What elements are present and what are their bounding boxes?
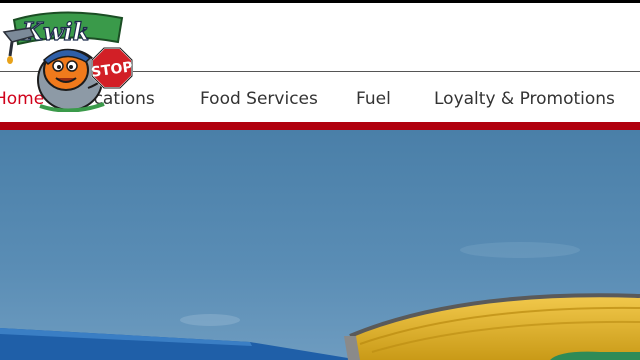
nav-item-fuel[interactable]: Fuel <box>356 81 391 117</box>
hero-image <box>0 130 640 360</box>
nav-item-loyalty-promotions[interactable]: Loyalty & Promotions <box>434 81 615 117</box>
gas-station-photo-icon <box>0 130 640 360</box>
nav-item-food-services[interactable]: Food Services <box>200 81 318 117</box>
kwik-stop-logo[interactable]: Kwik STOP <box>0 8 150 113</box>
accent-band <box>0 122 640 130</box>
kwik-stop-mascot-logo-icon: Kwik STOP <box>2 11 134 113</box>
